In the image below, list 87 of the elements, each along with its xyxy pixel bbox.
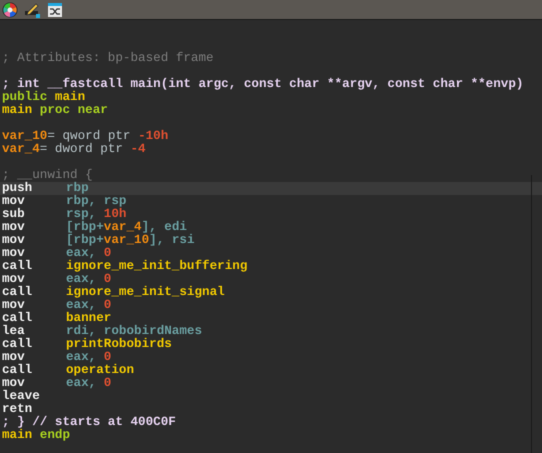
code-line[interactable]: call banner bbox=[0, 312, 542, 325]
pencil-icon[interactable] bbox=[24, 2, 42, 18]
instruction-mnemonic: call bbox=[2, 312, 34, 325]
comment-text: ; } // starts at 400C0F bbox=[2, 415, 176, 429]
number-text: 0 bbox=[104, 246, 112, 260]
instruction-mnemonic: call bbox=[2, 286, 34, 299]
code-line[interactable]: lea rdi, robobirdNames bbox=[0, 325, 542, 338]
symbol-name: operation bbox=[66, 363, 134, 377]
symbol-name: ignore_me_init_signal bbox=[66, 285, 225, 299]
operand-text: rbp bbox=[66, 181, 89, 195]
operand-text: eax, bbox=[66, 272, 96, 286]
symbol-name: banner bbox=[66, 311, 112, 325]
variable-name: var_10 bbox=[2, 129, 48, 143]
instruction-mnemonic: leave bbox=[2, 390, 41, 403]
code-line[interactable]: call ignore_me_init_signal bbox=[0, 286, 542, 299]
color-wheel-icon[interactable] bbox=[2, 2, 18, 18]
operand-text: eax, bbox=[66, 376, 98, 390]
code-line[interactable]: mov rbp, rsp bbox=[0, 195, 542, 208]
comment-text: ; Attributes: bp-based frame bbox=[2, 51, 214, 65]
instruction-mnemonic: mov bbox=[2, 351, 25, 364]
code-line[interactable]: var_4= dword ptr -4 bbox=[0, 143, 542, 156]
number-text: -10h bbox=[138, 129, 168, 143]
code-line[interactable]: call ignore_me_init_buffering bbox=[0, 260, 542, 273]
keyword-text: public bbox=[2, 90, 48, 104]
instruction-mnemonic: mov bbox=[2, 273, 25, 286]
code-line[interactable]: mov [rbp+var_4], edi bbox=[0, 221, 542, 234]
code-line[interactable]: retn bbox=[0, 403, 542, 416]
operand-text: eax, bbox=[66, 246, 96, 260]
instruction-mnemonic: mov bbox=[2, 221, 26, 234]
number-text: 10h bbox=[104, 207, 126, 221]
keyword-text: endp bbox=[40, 428, 70, 442]
operand-text: [rbp+ bbox=[66, 220, 104, 234]
number-text: 0 bbox=[104, 350, 112, 364]
code-line[interactable]: var_10= qword ptr -10h bbox=[0, 117, 542, 143]
operand-text: rsp, bbox=[66, 207, 96, 221]
variable-name: var_10 bbox=[104, 233, 150, 247]
instruction-mnemonic: mov bbox=[2, 247, 25, 260]
code-line[interactable]: main proc near bbox=[0, 104, 542, 117]
number-text: 0 bbox=[104, 376, 112, 390]
symbol-name: main bbox=[54, 90, 86, 104]
instruction-mnemonic: call bbox=[2, 260, 34, 273]
instruction-mnemonic: mov bbox=[2, 299, 25, 312]
operand-text: ], rsi bbox=[149, 233, 195, 247]
number-text: -4 bbox=[130, 142, 146, 156]
symbol-name: printRobobirds bbox=[66, 337, 172, 351]
code-line[interactable]: call printRobobirds bbox=[0, 338, 542, 351]
code-line[interactable]: ; int __fastcall main(int argc, const char **argv, const char **envp) bbox=[0, 65, 542, 91]
operand-text: eax, bbox=[66, 350, 96, 364]
code-line[interactable]: call operation bbox=[0, 364, 542, 377]
number-text: 0 bbox=[104, 298, 112, 312]
variable-name: var_4 bbox=[104, 220, 142, 234]
number-text: 0 bbox=[104, 272, 112, 286]
operand-text: rdi, robobirdNames bbox=[66, 324, 202, 338]
symbol-name: main bbox=[2, 103, 34, 117]
code-line[interactable]: mov eax, 0 bbox=[0, 247, 542, 260]
keyword-text: proc near bbox=[40, 103, 108, 117]
graph-view-icon[interactable] bbox=[48, 2, 62, 16]
operand-text: eax, bbox=[66, 298, 96, 312]
instruction-mnemonic: retn bbox=[2, 403, 33, 416]
code-line[interactable]: mov eax, 0 bbox=[0, 299, 542, 312]
instruction-mnemonic: call bbox=[2, 364, 34, 377]
code-line[interactable]: mov eax, 0 bbox=[0, 351, 542, 364]
instruction-mnemonic: mov bbox=[2, 377, 25, 390]
code-line[interactable]: sub rsp, 10h bbox=[0, 208, 542, 221]
symbol-name: ignore_me_init_buffering bbox=[66, 259, 248, 273]
instruction-mnemonic: call bbox=[2, 338, 34, 351]
instruction-mnemonic: mov bbox=[2, 195, 26, 208]
code-line[interactable]: ; } // starts at 400C0F bbox=[0, 416, 542, 429]
instruction-mnemonic: mov bbox=[2, 234, 26, 247]
operand-text: [rbp+ bbox=[66, 233, 104, 247]
code-line[interactable]: mov eax, 0 bbox=[0, 273, 542, 286]
code-line[interactable]: mov [rbp+var_10], rsi bbox=[0, 234, 542, 247]
symbol-name: main bbox=[2, 428, 34, 442]
instruction-mnemonic: push bbox=[2, 182, 34, 195]
comment-text: ; __unwind { bbox=[2, 168, 93, 182]
comment-text: ; int __fastcall main(int argc, const char **argv, const char **envp) bbox=[2, 77, 524, 91]
code-line[interactable]: leave bbox=[0, 390, 542, 403]
code-text: = qword ptr bbox=[47, 129, 132, 143]
instruction-mnemonic: sub bbox=[2, 208, 26, 221]
code-line[interactable]: main endp bbox=[0, 429, 542, 442]
operand-text: ], edi bbox=[142, 220, 187, 234]
code-line[interactable]: public main bbox=[0, 91, 542, 104]
instruction-mnemonic: lea bbox=[2, 325, 25, 338]
operand-text: rbp, rsp bbox=[66, 194, 126, 208]
code-line[interactable]: mov eax, 0 bbox=[0, 377, 542, 390]
variable-name: var_4 bbox=[2, 142, 40, 156]
code-text: = dword ptr bbox=[40, 142, 124, 156]
